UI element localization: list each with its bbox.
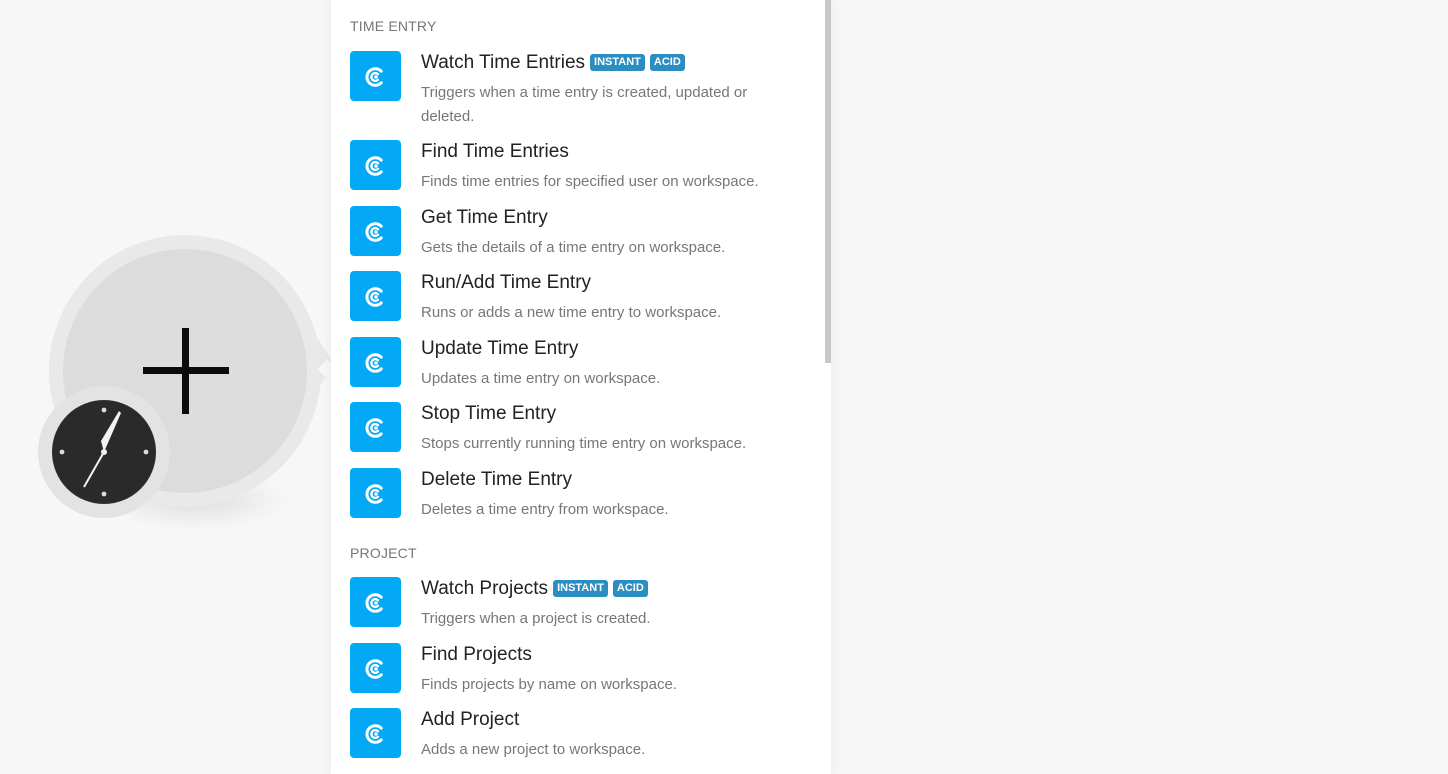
module-title: Stop Time Entry — [421, 403, 556, 425]
module-title: Find Time Entries — [421, 141, 569, 163]
module-list-item[interactable]: Update Time Entry Updates a time entry on… — [350, 337, 810, 397]
module-list-item[interactable]: Get Time Entry Gets the details of a time… — [350, 206, 810, 266]
module-title-text: Watch Time Entries — [421, 52, 586, 73]
module-list-item[interactable]: Delete Time Entry Deletes a time entry fr… — [350, 468, 810, 528]
module-title-text: Delete Time Entry — [421, 469, 572, 490]
module-title-text: Add Project — [421, 709, 520, 730]
module-description: Runs or adds a new time entry to workspa… — [421, 304, 722, 321]
module-list-item[interactable]: Add Project Adds a new project to workspa… — [350, 708, 810, 768]
module-title: Get Time Entry — [421, 207, 548, 229]
module-description: Finds time entries for specified user on… — [421, 173, 759, 190]
module-list-item[interactable]: Watch Projects INSTANT ACID Triggers when a… — [350, 577, 810, 637]
module-title-text: Find Projects — [421, 644, 532, 665]
module-title-text: Stop Time Entry — [421, 403, 557, 424]
section-title: PROJECT — [350, 545, 417, 561]
module-list-item[interactable]: Stop Time Entry Stops currently running t… — [350, 402, 810, 462]
module-title: Find Projects — [421, 644, 532, 666]
module-description: Gets the details of a time entry on work… — [421, 239, 726, 256]
module-title: Add Project — [421, 709, 519, 731]
module-list-item[interactable]: Run/Add Time Entry Runs or adds a new tim… — [350, 271, 810, 331]
module-description: Triggers when a project is created. — [421, 610, 651, 627]
module-title: Update Time Entry — [421, 338, 578, 360]
module-badge: INSTANT — [590, 53, 645, 71]
module-title-text: Get Time Entry — [421, 207, 548, 228]
module-badge: ACID — [612, 579, 648, 597]
module-badge: ACID — [649, 53, 685, 71]
section-title: TIME ENTRY — [350, 18, 437, 34]
clockify-icon — [350, 402, 401, 452]
module-description: Deletes a time entry from workspace. — [421, 501, 669, 518]
module-description: Triggers when a time entry is created, u… — [421, 84, 748, 125]
scrollbar[interactable] — [825, 0, 831, 363]
module-list-item[interactable]: Watch Time Entries INSTANT ACID Triggers wh… — [350, 51, 810, 125]
clockify-icon — [350, 206, 401, 256]
module-title-text: Update Time Entry — [421, 338, 579, 359]
module-description: Stops currently running time entry on wo… — [421, 435, 747, 452]
module-badge: INSTANT — [553, 579, 608, 597]
clockify-icon — [350, 140, 401, 190]
clockify-icon — [350, 708, 401, 758]
module-description: Finds projects by name on workspace. — [421, 676, 677, 693]
clockify-icon — [350, 271, 401, 321]
module-title: Watch Projects INSTANT ACID — [421, 578, 648, 600]
clockify-icon — [350, 643, 401, 693]
module-title-text: Find Time Entries — [421, 141, 569, 162]
module-list-item[interactable]: Find Projects Finds projects by name on w… — [350, 643, 810, 703]
clockify-icon — [350, 51, 401, 101]
clockify-icon — [350, 468, 401, 518]
module-title: Delete Time Entry — [421, 469, 572, 491]
module-title-text: Watch Projects — [421, 578, 549, 599]
module-title-text: Run/Add Time Entry — [421, 272, 592, 293]
module-list-panel[interactable]: TIME ENTRY Watch Time Entries INSTANT ACID T… — [331, 0, 831, 774]
module-title: Run/Add Time Entry — [421, 272, 591, 294]
clockify-icon — [350, 337, 401, 387]
module-description: Updates a time entry on workspace. — [421, 370, 661, 387]
module-description: Adds a new project to workspace. — [421, 741, 646, 758]
module-title: Watch Time Entries INSTANT ACID — [421, 52, 685, 74]
clockify-icon — [350, 577, 401, 627]
clock-icon[interactable] — [51, 399, 157, 505]
module-list-item[interactable]: Find Time Entries Finds time entries for … — [350, 140, 810, 200]
